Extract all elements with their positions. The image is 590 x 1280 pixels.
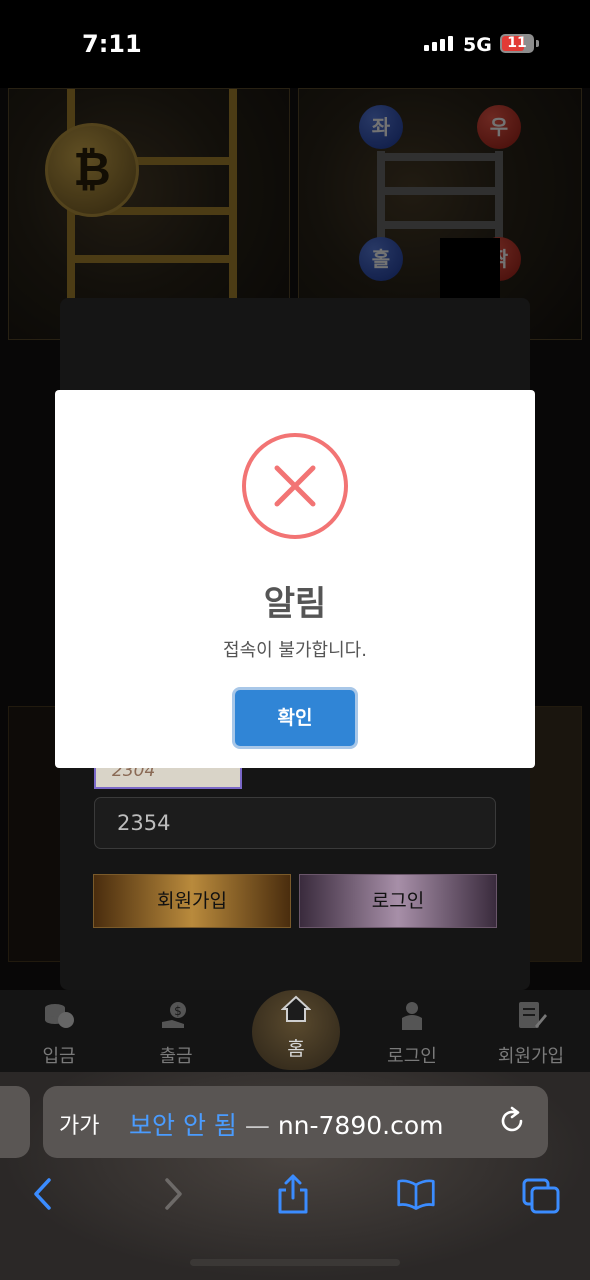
reload-icon[interactable] <box>497 1106 527 1136</box>
home-indicator <box>190 1259 400 1266</box>
password-input[interactable]: 2354 <box>94 797 496 849</box>
confirm-button[interactable]: 확인 <box>235 690 355 746</box>
error-x-icon <box>242 433 348 539</box>
back-icon[interactable] <box>24 1172 64 1216</box>
user-icon <box>402 1002 422 1030</box>
money-hand-icon: $ <box>162 1002 186 1028</box>
nav-signup-label: 회원가입 <box>497 1046 565 1067</box>
signup-icon <box>519 1002 547 1028</box>
signup-button[interactable]: 회원가입 <box>93 874 291 928</box>
address-bar[interactable]: 가가 보안 안 됨 — nn-7890.com <box>43 1086 548 1158</box>
coins-icon <box>45 1004 74 1028</box>
network-type: 5G <box>463 34 492 56</box>
svg-text:$: $ <box>174 1004 182 1018</box>
url-domain: nn-7890.com <box>277 1111 444 1140</box>
nav-home-label: 홈 <box>287 1038 305 1060</box>
battery-icon: 11 <box>500 34 534 53</box>
alert-message: 접속이 불가합니다. <box>223 640 367 661</box>
nav-deposit[interactable]: 입금 <box>4 990 114 1072</box>
security-warning: 보안 안 됨 <box>129 1111 237 1140</box>
login-button[interactable]: 로그인 <box>299 874 497 928</box>
nav-home[interactable]: 홈 <box>252 990 340 1070</box>
battery-level: 11 <box>507 35 527 51</box>
cellular-signal-icon <box>424 36 453 51</box>
nav-withdraw-label: 출금 <box>159 1046 193 1067</box>
alert-title: 알림 <box>263 584 327 624</box>
nav-login[interactable]: 로그인 <box>357 990 467 1072</box>
bookmarks-icon[interactable] <box>396 1172 436 1216</box>
status-bar: 7:11 5G 11 <box>0 0 590 88</box>
clock: 7:11 <box>82 30 142 58</box>
nav-withdraw[interactable]: $ 출금 <box>121 990 231 1072</box>
alert-dialog: 알림 접속이 불가합니다. 확인 <box>55 390 535 768</box>
share-icon[interactable] <box>273 1172 313 1216</box>
nav-deposit-label: 입금 <box>42 1046 76 1067</box>
url-text[interactable]: 보안 안 됨 — nn-7890.com <box>129 1106 444 1142</box>
home-icon <box>281 995 311 1022</box>
tabs-icon[interactable] <box>521 1172 561 1216</box>
text-size-button[interactable]: 가가 <box>59 1108 99 1140</box>
browser-toolbar: 가가 보안 안 됨 — nn-7890.com <box>0 1072 590 1280</box>
previous-tab[interactable] <box>0 1086 30 1158</box>
nav-login-label: 로그인 <box>387 1046 437 1067</box>
url-separator: — <box>236 1111 278 1140</box>
nav-signup[interactable]: 회원가입 <box>476 990 586 1072</box>
forward-icon[interactable] <box>152 1172 192 1216</box>
